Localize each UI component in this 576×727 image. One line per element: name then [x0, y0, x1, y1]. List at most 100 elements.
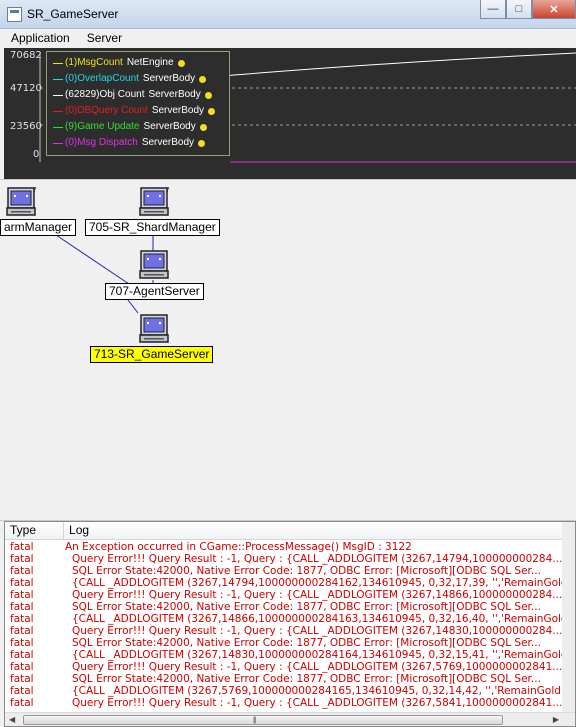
log-row[interactable]: fatal Query Error!!! Query Result : -1, Q… [5, 553, 575, 565]
log-header: Type Log [5, 522, 575, 540]
horizontal-scrollbar[interactable]: ◀ ||| ▶ [5, 712, 575, 726]
log-type-cell: fatal [10, 613, 34, 625]
graph-legend: (1)MsgCount NetEngine (0)OverlapCount Se… [46, 51, 230, 156]
legend-swatch [53, 126, 63, 128]
log-row[interactable]: fatal {CALL _ADDLOGITEM (3267,14866,10000… [5, 613, 575, 625]
legend-dot-icon [208, 107, 216, 115]
log-message-cell: Query Error!!! Query Result : -1, Query … [72, 661, 562, 673]
y-tick-label: 23560 [10, 121, 42, 132]
app-icon [7, 7, 22, 22]
legend-swatch [53, 62, 63, 64]
legend-dot-icon [177, 59, 185, 67]
legend-count: (0)Msg Dispatch [65, 137, 138, 148]
log-type-cell: fatal [10, 589, 34, 601]
server-computer-icon[interactable]: ? [5, 186, 37, 218]
legend-source: ServerBody [141, 137, 195, 148]
window-title: SR_GameServer [27, 7, 119, 21]
log-type-cell: fatal [10, 541, 34, 553]
menu-bar: Application Server [0, 29, 576, 47]
log-list: fatal An Exception occurred in CGame::Pr… [5, 541, 575, 709]
legend-count: (9)Game Update [65, 121, 140, 132]
scrollbar-thumb[interactable]: ||| [23, 715, 503, 725]
node-label-farm-manager[interactable]: armManager [0, 219, 77, 236]
legend-swatch [53, 94, 63, 96]
vertical-scrollbar[interactable] [562, 522, 575, 712]
log-row[interactable]: fatal SQL Error State:42000, Native Error… [5, 565, 575, 577]
log-row[interactable]: fatal Query Error!!! Query Result : -1, Q… [5, 589, 575, 601]
legend-count: (0)DBQuery Count [65, 105, 148, 116]
legend-item-overlapcount[interactable]: (0)OverlapCount ServerBody [47, 71, 229, 87]
log-type-cell: fatal [10, 553, 34, 565]
legend-dot-icon [199, 75, 207, 83]
legend-swatch [53, 78, 63, 80]
svg-text:?: ? [33, 186, 37, 194]
legend-item-gameupdate[interactable]: (9)Game Update ServerBody [47, 119, 229, 135]
node-label-game-server[interactable]: 713-SR_GameServer [90, 346, 214, 363]
node-label-shard-manager[interactable]: 705-SR_ShardManager [85, 219, 220, 236]
menu-server[interactable]: Server [81, 31, 128, 45]
scroll-right-icon[interactable]: ▶ [553, 715, 559, 724]
svg-text:?: ? [166, 186, 170, 194]
grip-icon: ||| [253, 717, 257, 724]
legend-dot-icon [198, 139, 206, 147]
legend-count: (62829)Obj Count [65, 89, 145, 100]
log-type-cell: fatal [10, 649, 34, 661]
log-message-cell: SQL Error State:42000, Native Error Code… [72, 673, 541, 685]
series-obj-count-line [185, 52, 576, 81]
log-row[interactable]: fatal An Exception occurred in CGame::Pr… [5, 541, 575, 553]
log-row[interactable]: fatal {CALL _ADDLOGITEM (3267,14794,10000… [5, 577, 575, 589]
log-message-cell: Query Error!!! Query Result : -1, Query … [72, 589, 562, 601]
legend-count: (1)MsgCount [65, 57, 123, 68]
log-row[interactable]: fatal Query Error!!! Query Result : -1, Q… [5, 697, 575, 709]
scroll-left-icon[interactable]: ◀ [9, 715, 15, 724]
legend-item-msgdispatch[interactable]: (0)Msg Dispatch ServerBody [47, 135, 229, 151]
node-label-agent-server[interactable]: 707-AgentServer [105, 283, 204, 300]
log-type-cell: fatal [10, 637, 34, 649]
log-type-cell: fatal [10, 577, 34, 589]
link-line [55, 234, 139, 291]
log-row[interactable]: fatal SQL Error State:42000, Native Error… [5, 637, 575, 649]
close-button[interactable]: ✕ [532, 0, 576, 19]
server-topology-view: ? ? armManager 705-SR_ShardManager 707-A… [0, 183, 576, 517]
column-header-log[interactable]: Log [64, 522, 575, 540]
legend-source: NetEngine [126, 57, 174, 68]
server-computer-icon[interactable] [138, 313, 170, 345]
performance-graph: 70682 47120 23560 0 (1)MsgCount NetEngin… [4, 48, 576, 179]
maximize-button[interactable]: □ [506, 0, 532, 19]
log-row[interactable]: fatal SQL Error State:42000, Native Error… [5, 673, 575, 685]
log-message-cell: Query Error!!! Query Result : -1, Query … [72, 625, 562, 637]
log-type-cell: fatal [10, 601, 34, 613]
column-header-type[interactable]: Type [5, 522, 65, 540]
log-type-cell: fatal [10, 661, 34, 673]
y-tick-label: 0 [33, 149, 40, 160]
log-message-cell: SQL Error State:42000, Native Error Code… [72, 565, 541, 577]
log-type-cell: fatal [10, 673, 34, 685]
server-computer-icon[interactable] [138, 249, 170, 281]
log-message-cell: {CALL _ADDLOGITEM (3267,5769,10000000028… [72, 685, 562, 697]
log-row[interactable]: fatal SQL Error State:42000, Native Error… [5, 601, 575, 613]
log-message-cell: {CALL _ADDLOGITEM (3267,14830,1000000002… [72, 649, 562, 661]
minimize-button[interactable]: — [480, 0, 506, 19]
log-row[interactable]: fatal {CALL _ADDLOGITEM (3267,5769,100000… [5, 685, 575, 697]
server-computer-icon[interactable]: ? [138, 186, 170, 218]
y-tick-label: 70682 [10, 50, 42, 61]
log-row[interactable]: fatal {CALL _ADDLOGITEM (3267,14830,10000… [5, 649, 575, 661]
legend-swatch [53, 110, 63, 112]
log-type-cell: fatal [10, 685, 34, 697]
legend-item-objcount[interactable]: (62829)Obj Count ServerBody [47, 87, 229, 103]
log-message-cell: {CALL _ADDLOGITEM (3267,14794,1000000002… [72, 577, 562, 589]
legend-dot-icon [204, 91, 212, 99]
legend-item-dbquerycount[interactable]: (0)DBQuery Count ServerBody [47, 103, 229, 119]
legend-source: ServerBody [148, 89, 201, 100]
link-line [127, 299, 139, 314]
menu-application[interactable]: Application [5, 31, 76, 45]
log-row[interactable]: fatal Query Error!!! Query Result : -1, Q… [5, 625, 575, 637]
y-tick-label: 47120 [10, 83, 42, 94]
legend-item-msgcount[interactable]: (1)MsgCount NetEngine [47, 55, 229, 71]
log-message-cell: SQL Error State:42000, Native Error Code… [72, 601, 541, 613]
log-row[interactable]: fatal Query Error!!! Query Result : -1, Q… [5, 661, 575, 673]
title-bar: SR_GameServer — □ ✕ [0, 0, 576, 29]
maximize-icon: □ [515, 3, 523, 15]
log-type-cell: fatal [10, 697, 34, 709]
legend-source: ServerBody [142, 73, 196, 84]
